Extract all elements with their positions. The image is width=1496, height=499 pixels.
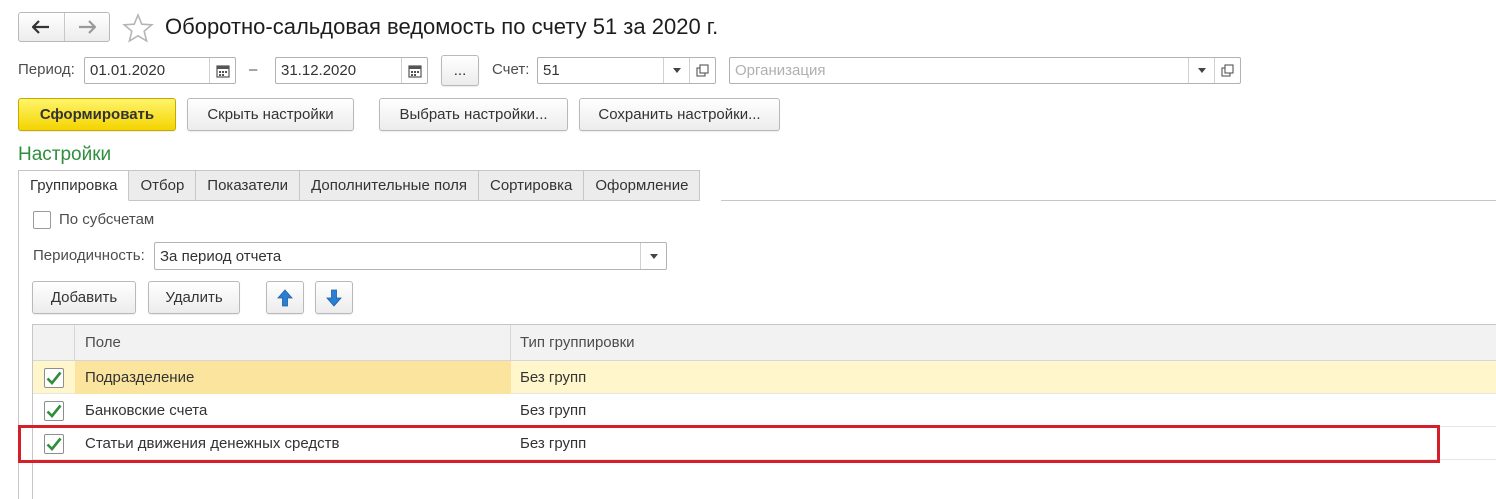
back-button[interactable] [19,13,64,41]
table-header-check [33,325,75,361]
page-title: Оборотно-сальдовая ведомость по счету 51… [165,14,719,39]
row-field: Подразделение [85,369,195,386]
favorite-star-icon[interactable] [122,12,154,47]
chevron-down-icon[interactable] [663,58,689,83]
date-from-field[interactable]: 01.01.2020 [84,57,236,84]
date-from-value: 01.01.2020 [90,62,166,79]
account-value: 51 [543,62,560,79]
row-type: Без групп [520,369,587,386]
tab-filter[interactable]: Отбор [129,170,197,201]
period-label: Период: [18,61,75,78]
move-up-button[interactable] [266,281,304,314]
by-subaccounts-label: По субсчетам [59,211,155,228]
table-header-field[interactable]: Поле [75,325,511,361]
date-to-field[interactable]: 31.12.2020 [275,57,428,84]
calendar-icon[interactable] [401,58,427,83]
move-down-button[interactable] [315,281,353,314]
tab-sorting[interactable]: Сортировка [478,170,585,201]
period-dash: – [249,61,258,78]
chevron-down-icon[interactable] [1188,58,1214,83]
save-settings-button[interactable]: Сохранить настройки... [579,98,780,131]
hide-settings-button[interactable]: Скрыть настройки [187,98,354,131]
organization-field[interactable]: Организация [729,57,1241,84]
row-checkbox[interactable] [44,401,64,421]
arrow-up-icon [277,288,293,306]
arrow-down-icon [326,289,342,307]
checkmark-icon [46,404,62,418]
period-select-button[interactable]: ... [441,55,479,86]
highlight-frame [18,425,1440,463]
tab-appearance[interactable]: Оформление [584,170,701,201]
grouping-table: Поле Тип группировки Подразделение Без г… [32,324,1496,499]
account-field[interactable]: 51 [537,57,716,84]
by-subaccounts-checkbox[interactable] [33,211,51,229]
periodicity-value: За период отчета [160,247,282,265]
organization-placeholder: Организация [735,62,826,79]
calendar-icon[interactable] [209,58,235,83]
checkmark-icon [46,371,62,385]
nav-buttons [18,12,110,42]
account-label: Счет: [492,61,530,78]
row-type: Без групп [520,402,587,419]
delete-button[interactable]: Удалить [148,281,240,314]
tab-indicators[interactable]: Показатели [196,170,301,201]
date-to-value: 31.12.2020 [281,62,357,79]
add-button[interactable]: Добавить [32,281,136,314]
column-header-type: Тип группировки [520,334,635,351]
periodicity-label: Периодичность: [33,247,145,264]
arrow-left-icon [32,20,50,34]
row-checkbox[interactable] [44,368,64,388]
periodicity-select[interactable]: За период отчета [154,242,667,270]
forward-button[interactable] [63,13,110,41]
arrow-right-icon [78,20,96,34]
choose-settings-button[interactable]: Выбрать настройки... [379,98,568,131]
row-field: Банковские счета [85,402,208,419]
table-row[interactable]: Банковские счета Без групп [33,394,1496,427]
settings-title: Настройки [18,144,112,165]
tab-additional-fields[interactable]: Дополнительные поля [300,170,479,201]
chevron-down-icon[interactable] [640,243,666,269]
column-header-field: Поле [85,334,121,351]
generate-button[interactable]: Сформировать [18,98,176,131]
open-icon[interactable] [689,58,715,83]
tab-divider [721,200,1496,201]
settings-tabs: Группировка Отбор Показатели Дополнитель… [18,170,701,201]
tab-grouping[interactable]: Группировка [18,170,130,201]
table-row[interactable]: Подразделение Без групп [33,361,1496,394]
open-icon[interactable] [1214,58,1240,83]
table-header-type[interactable]: Тип группировки [511,325,1496,361]
